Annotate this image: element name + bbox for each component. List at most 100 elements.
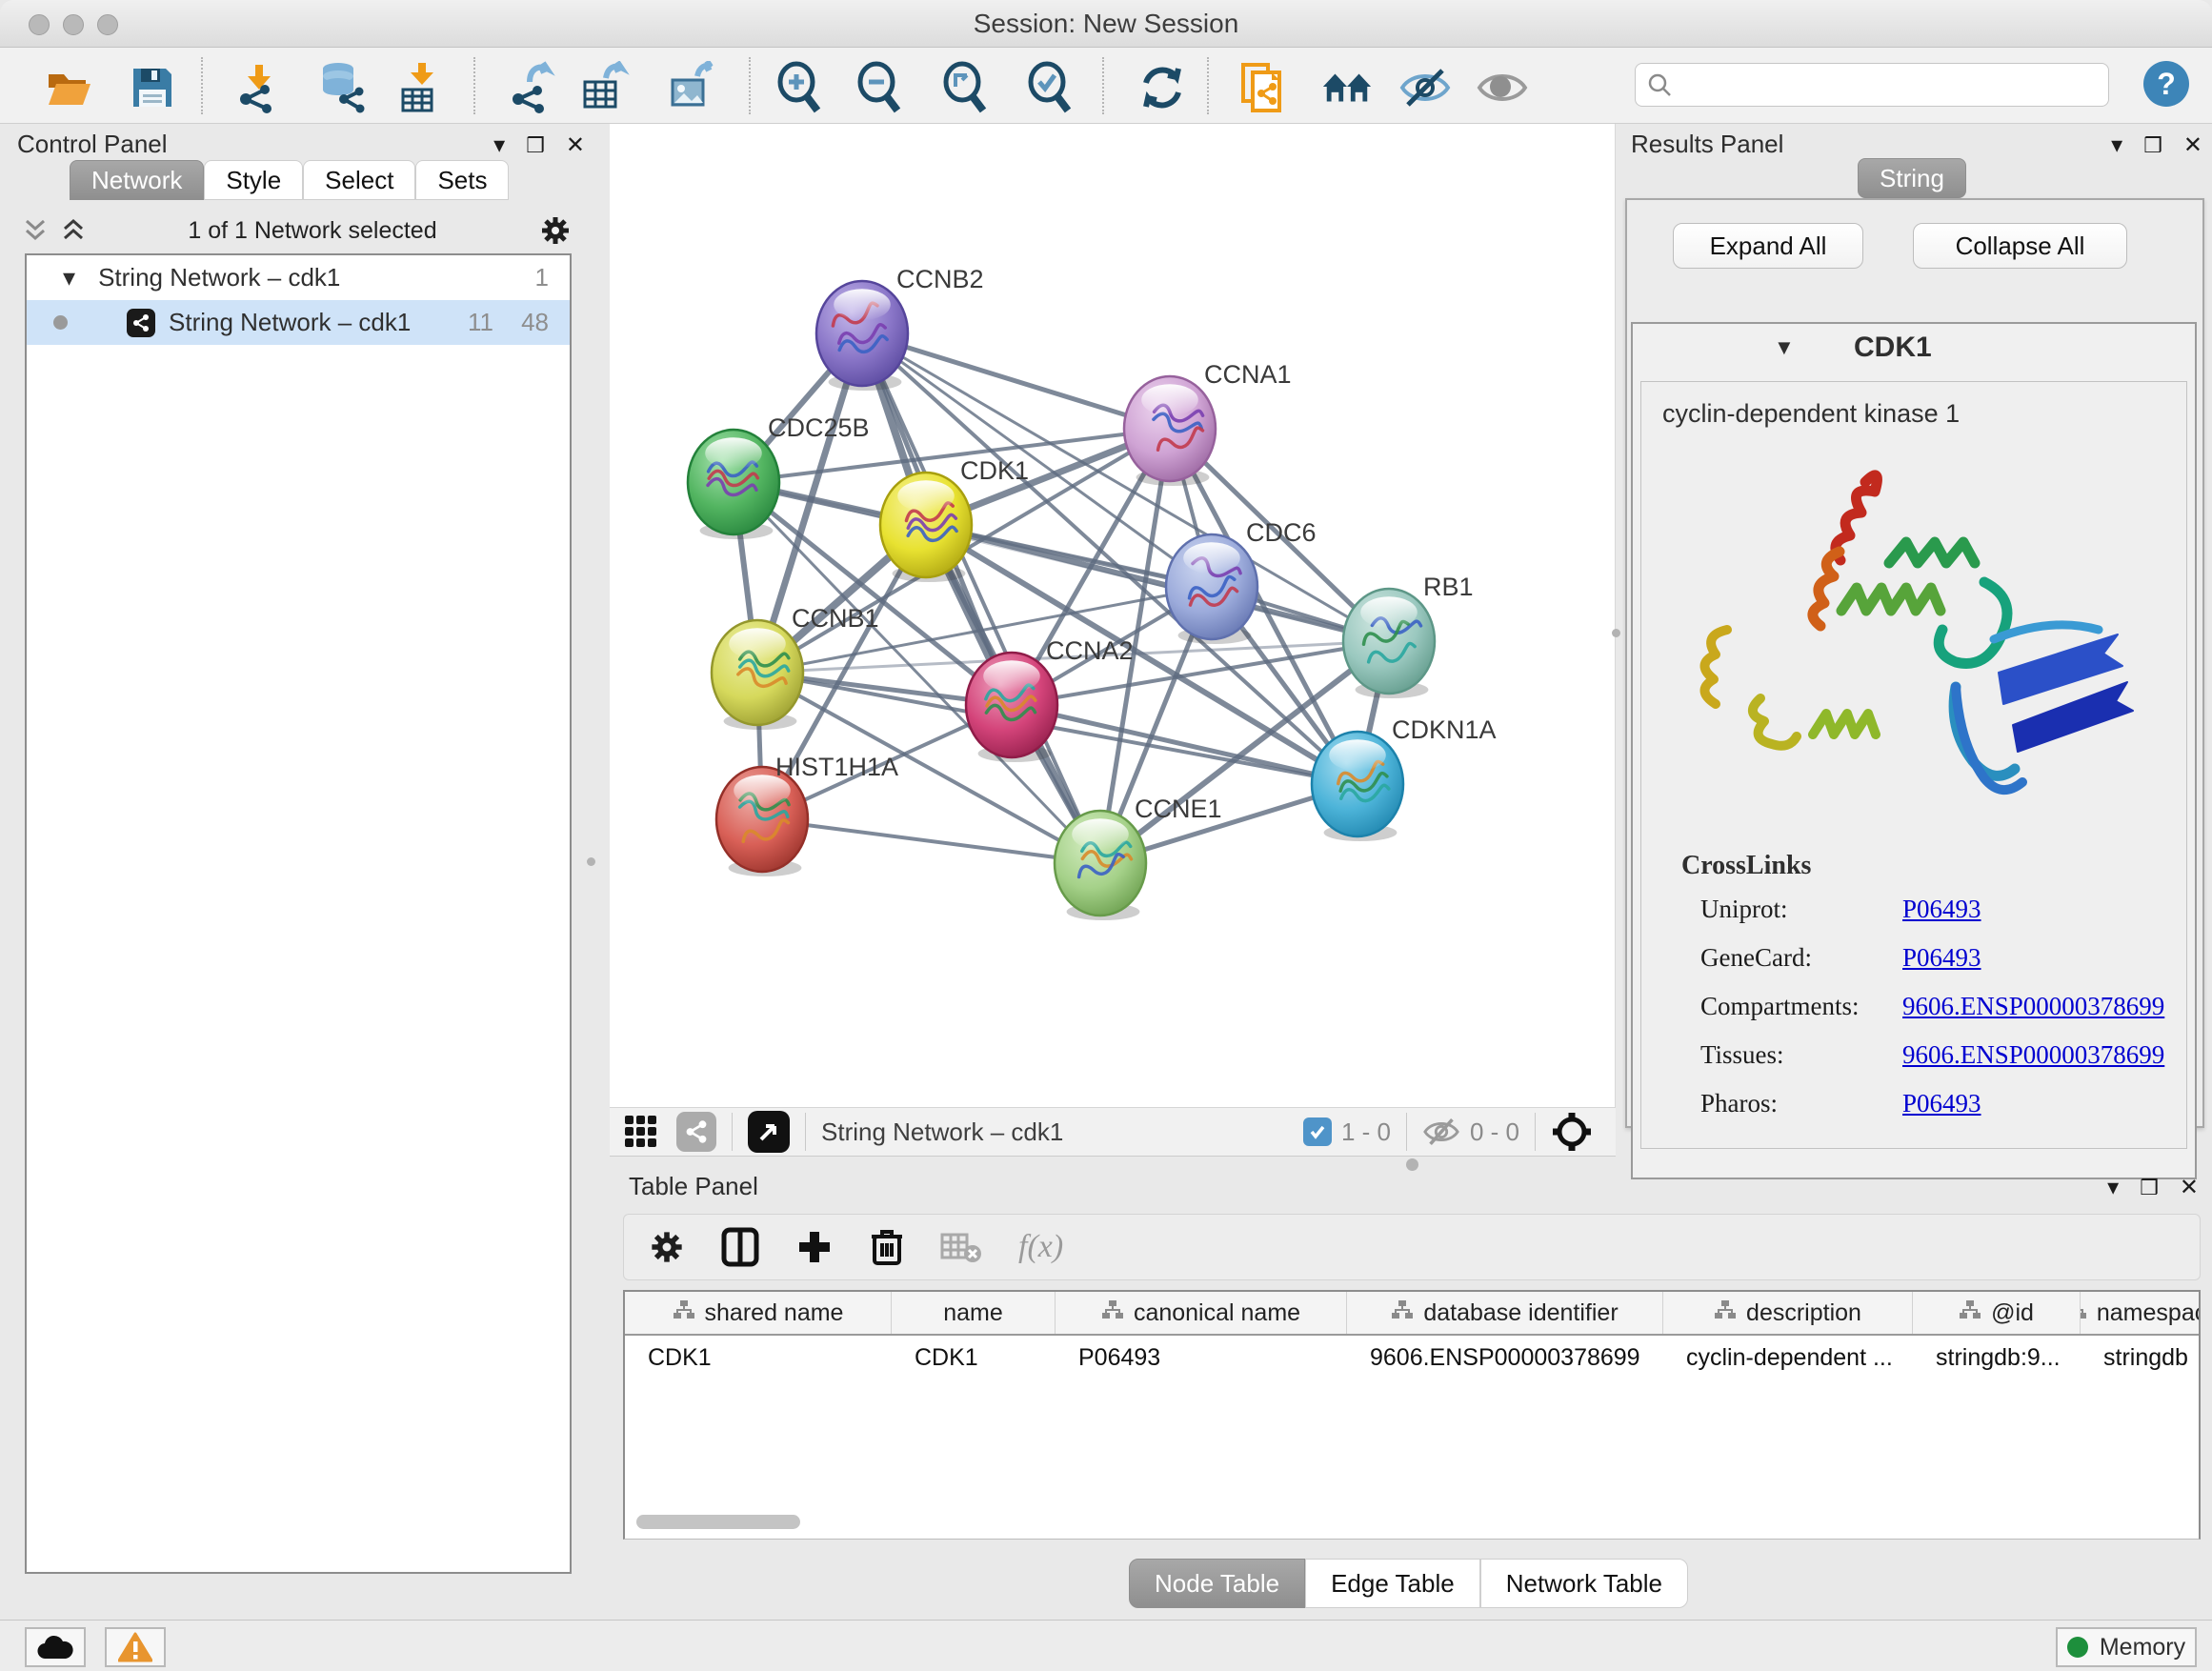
crosslink-link[interactable]: P06493 xyxy=(1902,895,1981,924)
network-edge[interactable] xyxy=(862,333,1170,429)
zoom-in-icon[interactable] xyxy=(774,61,827,114)
fit-selected-crosshair-icon[interactable] xyxy=(1551,1111,1593,1153)
tab-style[interactable]: Style xyxy=(204,160,303,200)
panel-collapse-icon[interactable]: ▾ xyxy=(493,131,505,159)
table-row[interactable]: CDK1CDK1P064939606.ENSP00000378699cyclin… xyxy=(625,1336,2199,1379)
network-node-CCNB1[interactable] xyxy=(712,620,803,730)
tab-sets[interactable]: Sets xyxy=(415,160,509,200)
protein-structure-image xyxy=(1670,449,2165,830)
panel-collapse-icon[interactable]: ▾ xyxy=(2107,1174,2119,1201)
panel-close-icon[interactable]: ✕ xyxy=(566,131,585,159)
open-session-icon[interactable] xyxy=(43,61,96,114)
table-options-gear-icon[interactable] xyxy=(649,1229,685,1265)
show-hide-icon[interactable] xyxy=(1398,61,1452,114)
network-node-RB1[interactable] xyxy=(1343,589,1435,698)
network-edge[interactable] xyxy=(926,525,1389,641)
zoom-out-icon[interactable] xyxy=(854,61,907,114)
export-table-icon[interactable] xyxy=(577,61,631,114)
panel-float-icon[interactable]: ❒ xyxy=(2140,1176,2159,1200)
network-node-CDC25B[interactable] xyxy=(688,430,779,539)
panel-collapse-icon[interactable]: ▾ xyxy=(2111,131,2122,159)
zoom-fit-icon[interactable] xyxy=(939,61,993,114)
warnings-button[interactable] xyxy=(105,1627,166,1667)
expand-all-icon[interactable] xyxy=(61,217,86,244)
network-row[interactable]: String Network – cdk1 11 48 xyxy=(27,300,570,345)
table-cell[interactable]: stringdb xyxy=(2081,1336,2201,1379)
hidden-eye-icon[interactable] xyxy=(1422,1117,1460,1147)
cloud-status-button[interactable] xyxy=(25,1627,86,1667)
panel-close-icon[interactable]: ✕ xyxy=(2183,131,2202,159)
column-header-description[interactable]: description xyxy=(1663,1292,1913,1334)
left-splitter-handle[interactable] xyxy=(587,857,595,866)
grid-view-icon[interactable] xyxy=(623,1114,659,1150)
birds-eye-view-icon[interactable] xyxy=(748,1111,790,1153)
gene-collapse-caret-icon[interactable]: ▼ xyxy=(1774,335,1795,360)
horizontal-scrollbar[interactable] xyxy=(636,1515,800,1529)
table-cell[interactable]: cyclin-dependent ... xyxy=(1663,1336,1913,1379)
crosslink-link[interactable]: 9606.ENSP00000378699 xyxy=(1902,1040,2164,1070)
tab-network[interactable]: Network xyxy=(70,160,204,200)
export-image-icon[interactable] xyxy=(665,61,718,114)
network-edge[interactable] xyxy=(862,333,1100,863)
network-node-HIST1H1A[interactable] xyxy=(716,767,808,876)
table-cell[interactable]: P06493 xyxy=(1056,1336,1347,1379)
network-node-CCNA1[interactable] xyxy=(1124,376,1216,486)
column-header-database-identifier[interactable]: database identifier xyxy=(1347,1292,1663,1334)
panel-float-icon[interactable]: ❒ xyxy=(526,133,545,158)
string-import-icon[interactable] xyxy=(1236,61,1289,114)
refresh-view-icon[interactable] xyxy=(1136,61,1189,114)
network-options-gear-icon[interactable] xyxy=(539,214,572,247)
table-cell[interactable]: 9606.ENSP00000378699 xyxy=(1347,1336,1663,1379)
network-node-CDKN1A[interactable] xyxy=(1312,732,1403,841)
collapse-all-button[interactable]: Collapse All xyxy=(1913,223,2127,269)
toolbar-separator xyxy=(201,57,203,114)
collapse-all-icon[interactable] xyxy=(23,217,48,244)
memory-button[interactable]: Memory xyxy=(2056,1627,2197,1667)
import-table-file-icon[interactable] xyxy=(393,61,447,114)
crosslink-link[interactable]: P06493 xyxy=(1902,1089,1981,1118)
delete-column-icon[interactable] xyxy=(870,1227,904,1267)
expand-all-button[interactable]: Expand All xyxy=(1673,223,1863,269)
panel-float-icon[interactable]: ❒ xyxy=(2143,133,2162,158)
network-collection-row[interactable]: ▾ String Network – cdk1 1 xyxy=(27,255,570,300)
panel-close-icon[interactable]: ✕ xyxy=(2180,1174,2199,1201)
help-button[interactable]: ? xyxy=(2143,61,2189,107)
column-header-namespace[interactable]: namespace xyxy=(2081,1292,2201,1334)
toolbar-search[interactable] xyxy=(1635,63,2109,107)
selected-checkbox-icon[interactable] xyxy=(1303,1117,1332,1146)
import-network-database-icon[interactable] xyxy=(315,61,369,114)
tab-select[interactable]: Select xyxy=(303,160,415,200)
import-network-file-icon[interactable] xyxy=(232,61,286,114)
preview-eye-icon[interactable] xyxy=(1476,61,1529,114)
column-header-shared-name[interactable]: shared name xyxy=(625,1292,892,1334)
add-column-icon[interactable] xyxy=(795,1228,834,1266)
table-cell[interactable]: CDK1 xyxy=(625,1336,892,1379)
network-node-CCNA2[interactable] xyxy=(966,653,1057,762)
show-columns-icon[interactable] xyxy=(721,1227,759,1267)
crosslink-link[interactable]: P06493 xyxy=(1902,943,1981,973)
column-header-id[interactable]: @id xyxy=(1913,1292,2081,1334)
save-session-icon[interactable] xyxy=(126,61,179,114)
node-table[interactable]: shared namenamecanonical namedatabase id… xyxy=(623,1290,2201,1540)
table-cell[interactable]: CDK1 xyxy=(892,1336,1056,1379)
search-input[interactable] xyxy=(1672,71,2091,98)
close-window-button[interactable] xyxy=(29,14,50,35)
zoom-window-button[interactable] xyxy=(97,14,118,35)
crosslink-link[interactable]: 9606.ENSP00000378699 xyxy=(1902,992,2164,1021)
table-cell[interactable]: stringdb:9... xyxy=(1913,1336,2081,1379)
network-edge[interactable] xyxy=(762,819,1100,863)
column-header-canonical-name[interactable]: canonical name xyxy=(1056,1292,1347,1334)
tree-expand-caret-icon[interactable]: ▾ xyxy=(63,263,75,292)
minimize-window-button[interactable] xyxy=(63,14,84,35)
export-network-icon[interactable] xyxy=(505,61,558,114)
tab-node-table[interactable]: Node Table xyxy=(1129,1559,1305,1608)
zoom-selected-icon[interactable] xyxy=(1024,61,1077,114)
network-node-CCNE1[interactable] xyxy=(1055,811,1146,920)
network-canvas[interactable]: CCNB2CCNA1CDC25BCDK1CDC6RB1CCNB1CCNA2CDK… xyxy=(610,124,1616,1107)
home-pages-icon[interactable] xyxy=(1320,61,1374,114)
tab-network-table[interactable]: Network Table xyxy=(1480,1559,1688,1608)
network-view-share-icon[interactable] xyxy=(676,1112,716,1152)
column-header-name[interactable]: name xyxy=(892,1292,1056,1334)
results-tab-string[interactable]: String xyxy=(1858,158,1966,198)
tab-edge-table[interactable]: Edge Table xyxy=(1305,1559,1480,1608)
